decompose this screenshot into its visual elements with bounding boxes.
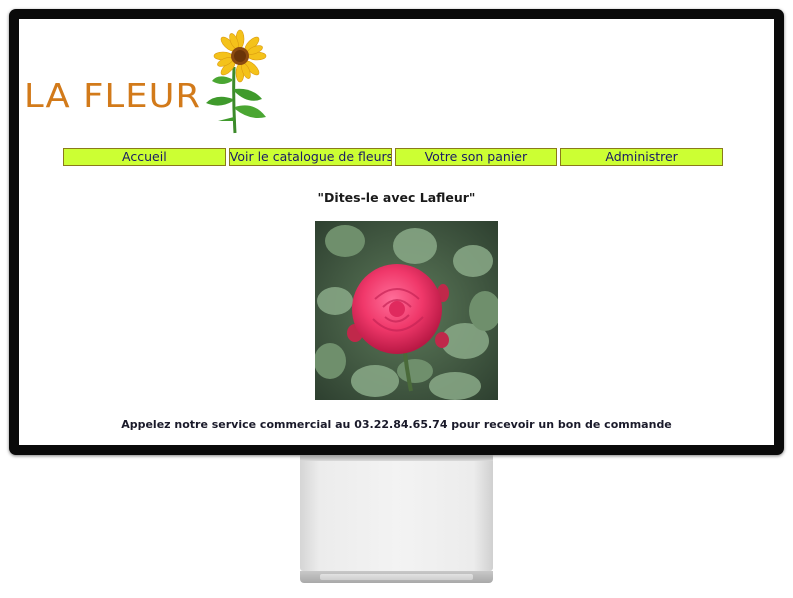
logo-text: LA FLEUR bbox=[24, 76, 202, 115]
rose-photo bbox=[315, 221, 498, 400]
nav-accueil[interactable]: Accueil bbox=[63, 148, 226, 166]
monitor-stand-base bbox=[300, 571, 493, 583]
browser-viewport: LA FLEUR Accueil Voir le catalogue de fl… bbox=[19, 19, 774, 445]
contact-text: Appelez notre service commercial au 03.2… bbox=[121, 418, 672, 431]
nav-panier[interactable]: Votre son panier bbox=[394, 148, 558, 166]
tagline: "Dites-le avec Lafleur" bbox=[317, 190, 476, 205]
monitor-bezel: LA FLEUR Accueil Voir le catalogue de fl… bbox=[9, 9, 784, 455]
nav-administrer[interactable]: Administrer bbox=[560, 148, 723, 166]
main-nav: Accueil Voir le catalogue de fleurs Votr… bbox=[63, 148, 723, 166]
monitor-stand bbox=[300, 455, 493, 571]
nav-catalogue[interactable]: Voir le catalogue de fleurs bbox=[228, 148, 392, 166]
sunflower-logo-icon bbox=[206, 29, 267, 134]
